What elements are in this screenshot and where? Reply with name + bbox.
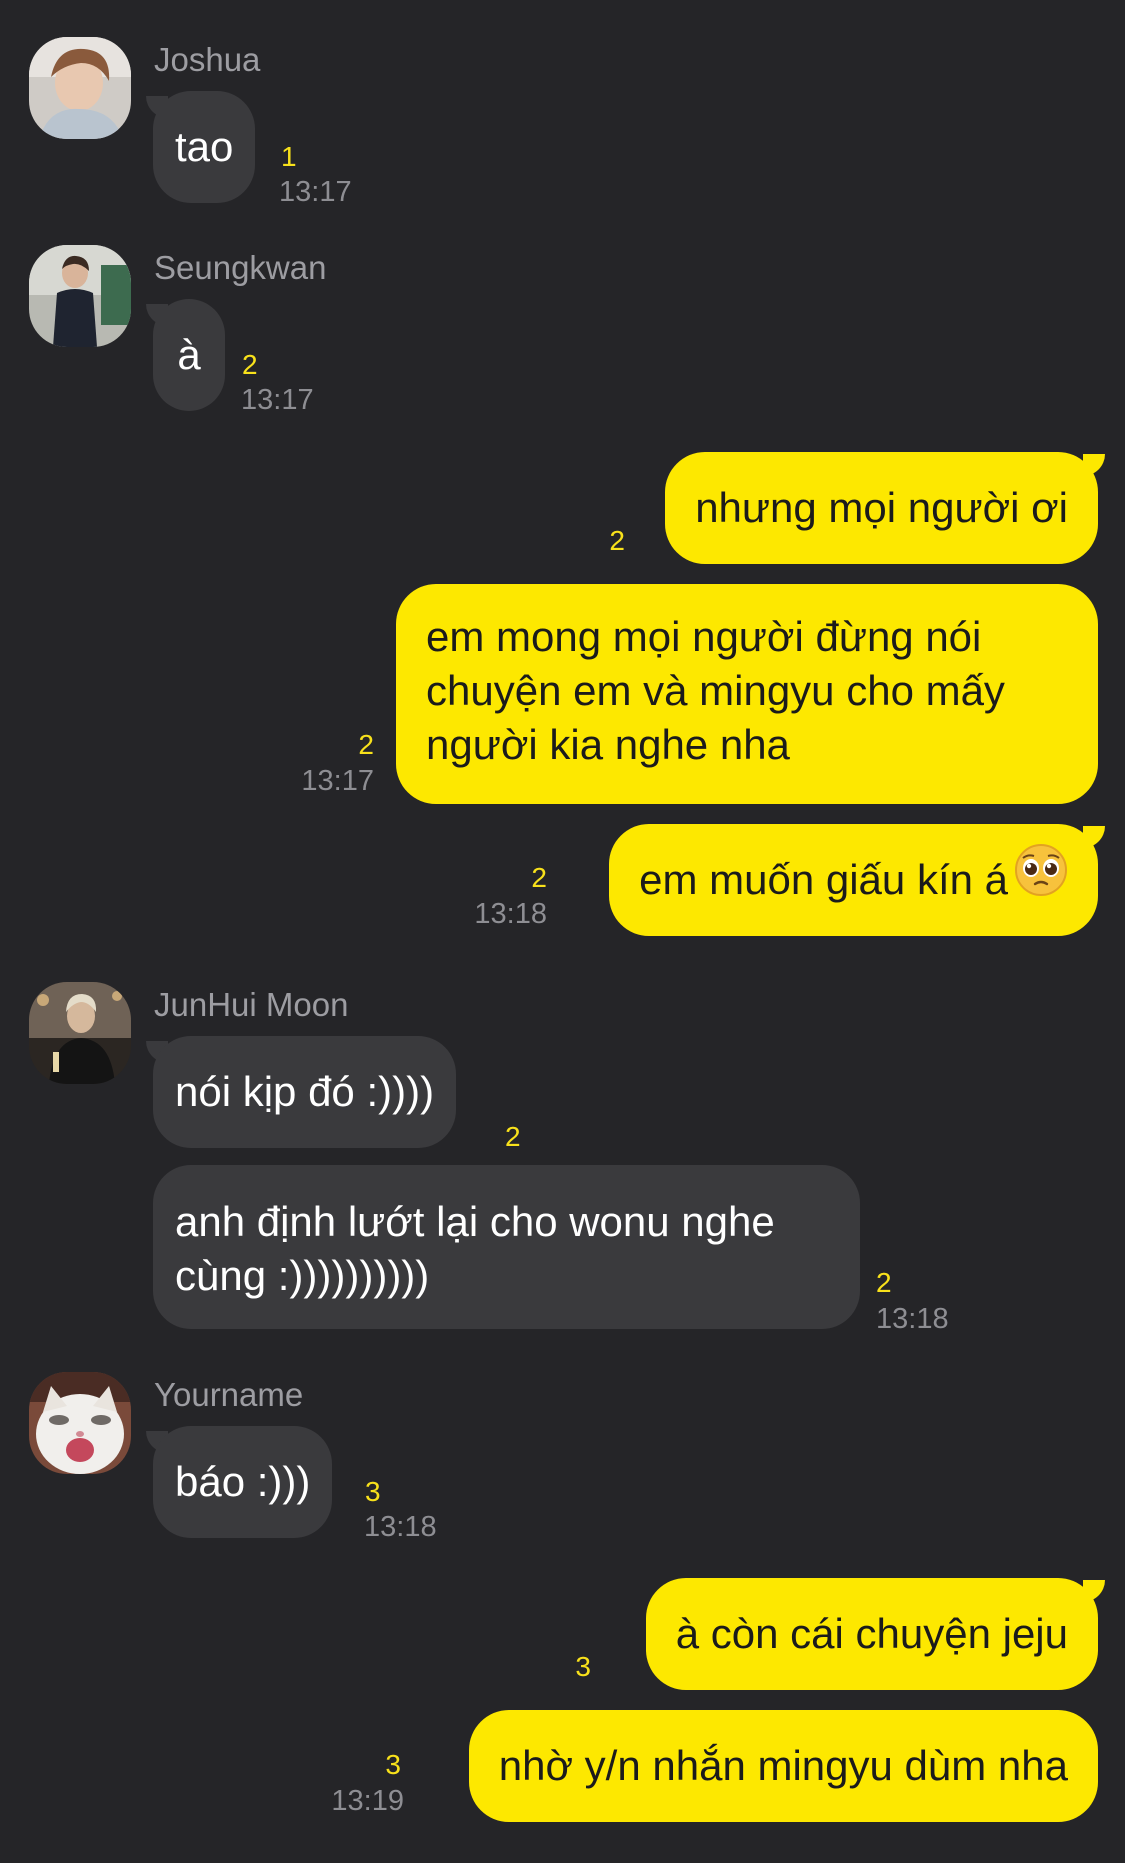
pleading-face-emoji xyxy=(1014,827,1068,939)
message-bubble[interactable]: tao xyxy=(153,91,256,203)
message-text: em muốn giấu kín á xyxy=(639,856,1008,903)
message-bubble[interactable]: à còn cái chuyện jeju xyxy=(645,1578,1098,1690)
unread-count: 2 xyxy=(531,862,547,893)
unread-count: 3 xyxy=(365,1476,381,1507)
message-bubble[interactable]: em mong mọi người đừng nói chuyện em và … xyxy=(396,584,1098,804)
unread-count: 2 xyxy=(505,1121,521,1152)
message-line: chuyện em và mingyu cho mấy xyxy=(426,667,1005,714)
unread-count: 1 xyxy=(281,141,297,172)
bubble-tail xyxy=(1083,454,1105,476)
message-bubble[interactable]: anh định lướt lại cho wonu nghe cùng :))… xyxy=(153,1165,860,1329)
unread-count: 2 xyxy=(358,729,374,760)
unread-count: 2 xyxy=(609,525,625,556)
message-bubble[interactable]: báo :))) xyxy=(153,1426,333,1538)
unread-count: 2 xyxy=(876,1267,892,1298)
message-bubble[interactable]: em muốn giấu kín á xyxy=(609,824,1098,936)
unread-count: 3 xyxy=(385,1749,401,1780)
unread-count: 3 xyxy=(575,1651,591,1682)
sender-name: Joshua xyxy=(154,41,261,78)
sender-name: Seungkwan xyxy=(154,249,327,286)
avatar-photo xyxy=(29,245,131,347)
sender-name: JunHui Moon xyxy=(154,986,349,1023)
avatar-photo xyxy=(29,982,131,1084)
bubble-tail xyxy=(1083,1580,1105,1602)
avatar-junhui-moon[interactable] xyxy=(29,982,131,1084)
avatar-photo xyxy=(29,1372,131,1474)
avatar-photo xyxy=(29,37,131,139)
message-line: cùng :)))))))))) xyxy=(175,1252,430,1299)
message-bubble[interactable]: nhưng mọi người ơi xyxy=(665,452,1098,564)
avatar-yourname[interactable] xyxy=(29,1372,131,1474)
avatar-seungkwan[interactable] xyxy=(29,245,131,347)
message-line: em mong mọi người đừng nói xyxy=(426,613,982,660)
message-time: 13:19 xyxy=(331,1785,404,1817)
message-time: 13:18 xyxy=(364,1511,437,1543)
message-line: anh định lướt lại cho wonu nghe xyxy=(175,1198,775,1245)
avatar-joshua[interactable] xyxy=(29,37,131,139)
message-time: 13:18 xyxy=(876,1303,949,1335)
message-time: 13:17 xyxy=(241,384,314,416)
message-bubble[interactable]: nhờ y/n nhắn mingyu dùm nha xyxy=(468,1710,1098,1822)
message-bubble[interactable]: nói kịp đó :)))) xyxy=(153,1036,457,1148)
message-line: người kia nghe nha xyxy=(426,721,790,768)
message-time: 13:18 xyxy=(474,898,547,930)
message-time: 13:17 xyxy=(279,176,352,208)
sender-name: Yourname xyxy=(154,1376,304,1413)
message-time: 13:17 xyxy=(301,765,374,797)
bubble-tail xyxy=(1083,826,1105,848)
message-bubble[interactable]: à xyxy=(153,299,225,411)
unread-count: 2 xyxy=(242,349,258,380)
